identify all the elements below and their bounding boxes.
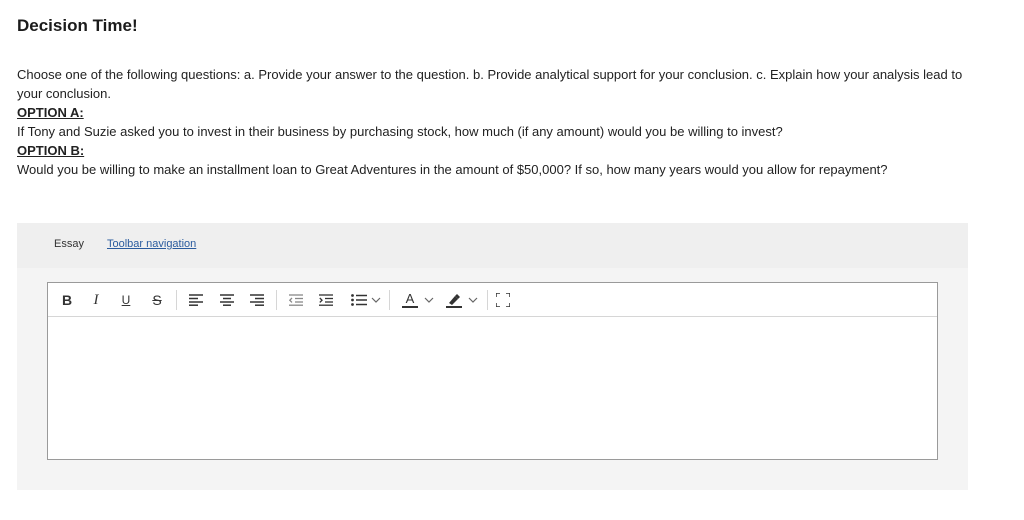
toolbar-navigation-link[interactable]: Toolbar navigation — [107, 238, 196, 250]
italic-button[interactable]: I — [89, 290, 103, 310]
font-color-bar — [402, 306, 418, 308]
outdent-icon — [289, 294, 303, 306]
highlight-button[interactable] — [443, 290, 481, 310]
align-right-button[interactable] — [249, 290, 265, 310]
align-center-icon — [220, 294, 234, 306]
essay-editor: B I U S A — [47, 282, 938, 460]
underline-icon: U — [121, 293, 131, 307]
bold-button[interactable]: B — [60, 290, 74, 310]
essay-panel: Essay Toolbar navigation B I U S A — [17, 223, 968, 490]
align-center-button[interactable] — [219, 290, 235, 310]
highlight-icon — [446, 293, 462, 308]
toolbar-separator — [487, 290, 488, 310]
page-title: Decision Time! — [17, 16, 138, 35]
indent-button[interactable] — [318, 290, 334, 310]
chevron-down-icon — [371, 297, 381, 303]
fullscreen-icon — [496, 293, 510, 307]
bold-icon: B — [61, 292, 73, 308]
toolbar-separator — [176, 290, 177, 310]
option-a-label: OPTION A: — [17, 105, 84, 120]
question-intro: Choose one of the following questions: a… — [17, 67, 963, 101]
font-color-button[interactable]: A — [398, 290, 438, 310]
outdent-button[interactable] — [288, 290, 304, 310]
strikethrough-icon: S — [152, 292, 162, 308]
toolbar-separator — [276, 290, 277, 310]
font-color-letter: A — [405, 291, 415, 306]
strikethrough-button[interactable]: S — [149, 290, 165, 310]
toolbar-separator — [389, 290, 390, 310]
option-a-text: If Tony and Suzie asked you to invest in… — [17, 124, 783, 139]
option-b-label: OPTION B: — [17, 143, 85, 158]
align-left-button[interactable] — [188, 290, 204, 310]
essay-panel-header: Essay Toolbar navigation — [17, 223, 968, 268]
underline-button[interactable]: U — [119, 290, 133, 310]
align-left-icon — [189, 294, 203, 306]
essay-text-area[interactable] — [48, 317, 937, 459]
essay-label: Essay — [54, 238, 84, 250]
font-color-icon: A — [402, 292, 418, 308]
chevron-down-icon — [468, 297, 478, 303]
indent-icon — [319, 294, 333, 306]
bullet-list-icon — [351, 294, 367, 306]
chevron-down-icon — [424, 297, 434, 303]
bullet-list-button[interactable] — [347, 290, 385, 310]
align-right-icon — [250, 294, 264, 306]
italic-icon: I — [93, 291, 99, 308]
question-block: Choose one of the following questions: a… — [17, 65, 977, 179]
fullscreen-button[interactable] — [495, 290, 511, 310]
editor-toolbar: B I U S A — [48, 283, 937, 317]
option-b-text: Would you be willing to make an installm… — [17, 162, 888, 177]
